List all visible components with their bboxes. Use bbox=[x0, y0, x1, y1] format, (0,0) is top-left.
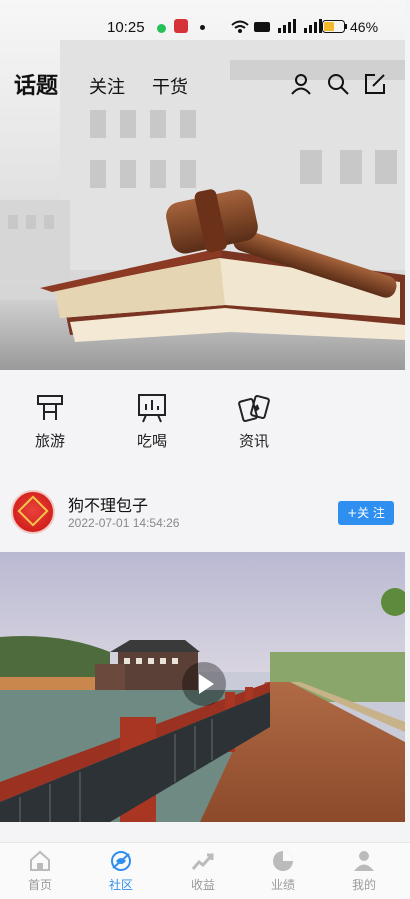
nav-earnings[interactable]: 收益 bbox=[173, 849, 233, 893]
avatar[interactable] bbox=[11, 490, 55, 534]
nav-label: 社区 bbox=[108, 878, 133, 892]
category-travel[interactable]: 旅游 bbox=[20, 392, 80, 451]
category-bar: 旅游 吃喝 资讯 bbox=[0, 372, 410, 468]
bottom-navigation: 首页 社区 收益 业绩 我的 bbox=[0, 842, 410, 899]
me-icon bbox=[354, 851, 374, 871]
tab-useful-content[interactable]: 干货 bbox=[152, 73, 188, 99]
tab-topics[interactable]: 话题 bbox=[14, 68, 58, 100]
tab-following[interactable]: 关注 bbox=[89, 73, 125, 99]
app-notification-icon bbox=[174, 19, 188, 33]
gavel-book-illustration bbox=[0, 40, 405, 370]
category-food[interactable]: 吃喝 bbox=[122, 392, 182, 451]
earnings-icon bbox=[191, 853, 214, 870]
follow-button[interactable]: +关 注 bbox=[338, 501, 394, 525]
hero-banner[interactable] bbox=[0, 0, 405, 370]
cards-icon bbox=[238, 394, 270, 423]
nav-home[interactable]: 首页 bbox=[10, 849, 70, 893]
travel-icon bbox=[37, 395, 63, 420]
category-label: 旅游 bbox=[34, 432, 65, 450]
nav-label: 业绩 bbox=[270, 878, 295, 892]
play-button[interactable] bbox=[182, 662, 226, 706]
post-header: 狗不理包子 2022-07-01 14:54:26 +关 注 bbox=[0, 478, 410, 548]
edit-icon[interactable] bbox=[363, 72, 387, 96]
category-label: 资讯 bbox=[238, 432, 269, 450]
top-navigation: 话题 关注 干货 bbox=[0, 64, 410, 104]
status-time: 10:25 bbox=[107, 19, 145, 36]
home-icon bbox=[30, 850, 50, 871]
nav-label: 收益 bbox=[190, 878, 215, 892]
category-news[interactable]: 资讯 bbox=[224, 392, 284, 451]
category-label: 吃喝 bbox=[136, 432, 167, 450]
battery-icon bbox=[322, 20, 347, 33]
nav-performance[interactable]: 业绩 bbox=[253, 849, 313, 893]
food-board-icon bbox=[138, 394, 166, 423]
user-icon[interactable] bbox=[289, 72, 313, 96]
search-icon[interactable] bbox=[326, 72, 350, 96]
community-icon bbox=[111, 851, 131, 871]
post-video-thumbnail[interactable] bbox=[0, 552, 405, 822]
post-timestamp: 2022-07-01 14:54:26 bbox=[68, 516, 180, 530]
post-username[interactable]: 狗不理包子 bbox=[68, 492, 148, 516]
nav-community[interactable]: 社区 bbox=[91, 849, 151, 893]
wechat-notification-icon bbox=[157, 24, 166, 33]
nav-label: 首页 bbox=[27, 878, 52, 892]
nav-me[interactable]: 我的 bbox=[334, 849, 394, 893]
battery-percentage: 46% bbox=[350, 19, 379, 35]
more-notifications-icon bbox=[200, 25, 205, 30]
status-bar: 10:25 46% bbox=[0, 14, 410, 42]
performance-icon bbox=[273, 851, 293, 871]
nav-label: 我的 bbox=[351, 878, 376, 892]
